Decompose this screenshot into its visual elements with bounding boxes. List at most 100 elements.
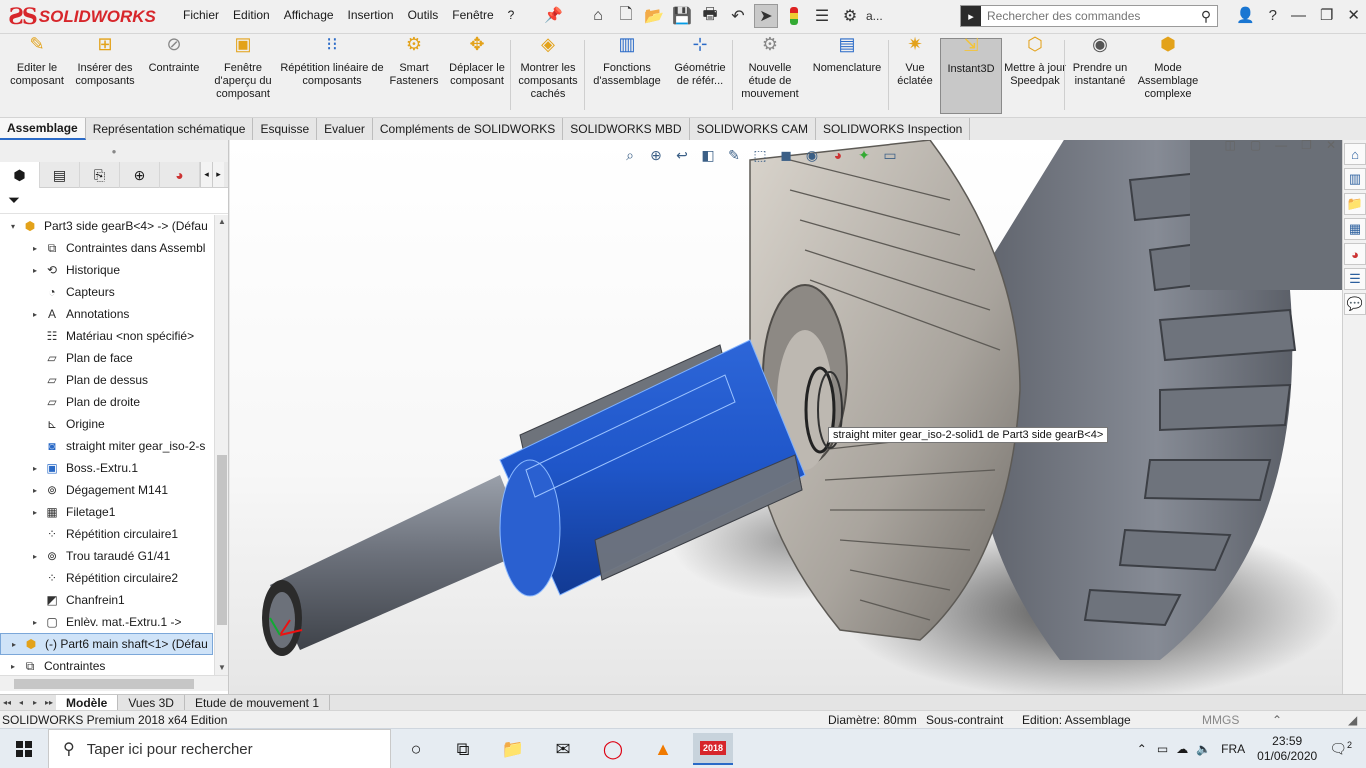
view-settings-icon[interactable]: ▭ <box>880 145 900 165</box>
resize-grip-icon[interactable]: ◢ <box>1348 713 1357 727</box>
tree-horizontal-scrollbar[interactable] <box>0 675 228 691</box>
expand-arrow-icon[interactable]: ▸ <box>30 244 40 253</box>
ribbon-button-5[interactable]: ⚙ Smart Fasteners <box>388 35 440 114</box>
ribbon-button-16[interactable]: ⬢ Mode Assemblage complexe <box>1134 35 1202 114</box>
menu-affichage[interactable]: Affichage <box>277 8 341 22</box>
scroll-down-icon[interactable]: ▼ <box>215 661 229 675</box>
menu-fichier[interactable]: Fichier <box>176 8 226 22</box>
volume-icon[interactable]: 🔈 <box>1196 742 1211 756</box>
tab-cam[interactable]: SOLIDWORKS CAM <box>689 118 816 140</box>
units-dropdown-icon[interactable]: ⌃ <box>1272 713 1282 727</box>
menu-outils[interactable]: Outils <box>401 8 446 22</box>
search-icon[interactable]: ⚲ <box>1195 8 1217 25</box>
zoom-to-fit-icon[interactable]: ⌕ <box>620 145 640 165</box>
ribbon-button-3[interactable]: ▣ Fenêtre d'aperçu du composant <box>212 35 274 114</box>
tree-item[interactable]: ▸ ⟲ Historique <box>0 259 213 281</box>
last-tab-icon[interactable]: ▸▸ <box>42 698 56 707</box>
tab-mbd[interactable]: SOLIDWORKS MBD <box>563 118 690 140</box>
appearances-icon[interactable]: ◕ <box>1344 243 1366 265</box>
tab-vues-3d[interactable]: Vues 3D <box>118 694 185 711</box>
expand-arrow-icon[interactable]: ▸ <box>30 310 40 319</box>
tree-item[interactable]: ▸ A Annotations <box>0 303 213 325</box>
tree-item[interactable]: ▸ ⧉ Contraintes <box>0 655 213 675</box>
opera-icon[interactable]: ◯ <box>593 733 633 765</box>
user-icon[interactable]: 👤 <box>1236 6 1255 24</box>
expand-arrow-icon[interactable]: ▸ <box>30 266 40 275</box>
ribbon-button-10[interactable]: ⚙ Nouvelle étude de mouvement <box>736 35 804 114</box>
ribbon-button-11[interactable]: ▤ Nomenclature <box>808 35 886 114</box>
scroll-up-icon[interactable]: ▲ <box>215 215 229 229</box>
taskbar-search[interactable]: ⚲ Taper ici pour rechercher <box>48 729 391 768</box>
design-library-icon[interactable]: ▥ <box>1344 168 1366 190</box>
print-icon[interactable]: 🖶 <box>698 4 722 28</box>
shaft-body[interactable] <box>270 475 530 650</box>
dimxpert-tab-icon[interactable]: ⊕ <box>120 162 160 188</box>
edit-appearance-icon[interactable]: ◕ <box>828 145 848 165</box>
viewport-restore-icon[interactable]: ❐ <box>1301 140 1312 152</box>
tab-inspection[interactable]: SOLIDWORKS Inspection <box>815 118 971 140</box>
assembly-model[interactable] <box>230 140 1342 694</box>
tree-item[interactable]: ▱ Plan de face <box>0 347 213 369</box>
viewport-close-icon[interactable]: ✕ <box>1326 140 1336 152</box>
viewport-expand-icon[interactable]: ▢ <box>1250 140 1261 152</box>
menu-edition[interactable]: Edition <box>226 8 277 22</box>
ribbon-button-13[interactable]: ⇲ Instant3D <box>940 36 1002 114</box>
tree-item[interactable]: ▸ ▣ Boss.-Extru.1 <box>0 457 213 479</box>
zoom-to-area-icon[interactable]: ⊕ <box>646 145 666 165</box>
ribbon-button-1[interactable]: ⊞ Insérer des composants <box>72 35 138 114</box>
tree-item[interactable]: ▸ ▦ Filetage1 <box>0 501 213 523</box>
tab-representation-schematique[interactable]: Représentation schématique <box>85 118 254 140</box>
next-tab-icon[interactable]: ▸ <box>28 698 42 707</box>
minimize-icon[interactable]: — <box>1291 7 1306 24</box>
ribbon-button-0[interactable]: ✎ Editer le composant <box>4 35 70 114</box>
tree-item[interactable]: ▱ Plan de dessus <box>0 369 213 391</box>
command-search[interactable]: ▸ ⚲ <box>960 5 1218 27</box>
start-button[interactable] <box>0 729 48 768</box>
hscroll-thumb[interactable] <box>14 679 194 689</box>
solidworks-logo[interactable]: ƧS SOLIDWORKS <box>8 4 156 30</box>
ribbon-button-8[interactable]: ▥ Fonctions d'assemblage <box>588 35 666 114</box>
search-scope-icon[interactable]: ▸ <box>961 6 981 26</box>
expand-arrow-icon[interactable]: ▸ <box>9 640 19 649</box>
viewport-collapse-icon[interactable]: ◫ <box>1224 140 1235 152</box>
ribbon-button-14[interactable]: ⬡ Mettre à jour Speedpak <box>1004 35 1066 114</box>
section-view-icon[interactable]: ◧ <box>698 145 718 165</box>
open-folder-icon[interactable]: 📂 <box>642 4 666 28</box>
language-indicator[interactable]: FRA <box>1221 742 1245 756</box>
rebuild-traffic-light-icon[interactable] <box>782 4 806 28</box>
custom-properties-icon[interactable]: ☰ <box>1344 268 1366 290</box>
tab-esquisse[interactable]: Esquisse <box>253 118 318 140</box>
ribbon-button-7[interactable]: ◈ Montrer les composants cachés <box>514 35 582 114</box>
configurationmanager-tab-icon[interactable]: ⎘ <box>80 162 120 188</box>
restore-icon[interactable]: ❐ <box>1320 6 1333 24</box>
tab-evaluer[interactable]: Evaluer <box>317 118 373 140</box>
menu-help[interactable]: ? <box>501 8 522 22</box>
tree-item[interactable]: ◔ Capteurs <box>0 281 213 303</box>
solidworks-resources-icon[interactable]: ⌂ <box>1344 143 1366 165</box>
network-icon[interactable]: ▭ <box>1157 742 1168 756</box>
pin-icon[interactable]: 📌 <box>544 6 563 24</box>
expand-arrow-icon[interactable]: ▾ <box>8 222 18 231</box>
tree-item[interactable]: ◩ Chanfrein1 <box>0 589 213 611</box>
tree-item[interactable]: ▸ ⊚ Trou taraudé G1/41 <box>0 545 213 567</box>
tree-item[interactable]: ▱ Plan de droite <box>0 391 213 413</box>
options-gear-icon[interactable]: ⚙ <box>838 4 862 28</box>
ribbon-button-4[interactable]: ⁝⁝ Répétition linéaire de composants <box>278 35 386 114</box>
tree-item[interactable]: ▾ ⬢ Part3 side gearB<4> -> (Défau <box>0 215 213 237</box>
expand-arrow-icon[interactable]: ▸ <box>30 464 40 473</box>
ribbon-button-15[interactable]: ◉ Prendre un instantané <box>1068 35 1132 114</box>
scroll-thumb[interactable] <box>217 455 227 625</box>
home-icon[interactable]: ⌂ <box>586 4 610 28</box>
help-icon[interactable]: ? <box>1269 7 1277 24</box>
ribbon-button-2[interactable]: ⊘ Contrainte <box>140 35 208 114</box>
expand-arrow-icon[interactable]: ▸ <box>8 662 18 671</box>
expand-arrow-icon[interactable]: ▸ <box>30 552 40 561</box>
tree-vertical-scrollbar[interactable]: ▲ ▼ <box>214 215 228 675</box>
first-tab-icon[interactable]: ◂◂ <box>0 698 14 707</box>
ribbon-button-6[interactable]: ✥ Déplacer le composant <box>444 35 510 114</box>
tab-etude-mouvement[interactable]: Etude de mouvement 1 <box>185 694 331 711</box>
tray-overflow-icon[interactable]: ⌃ <box>1137 742 1147 756</box>
expand-arrow-icon[interactable]: ▸ <box>30 486 40 495</box>
solidworks-taskbar-icon[interactable]: 2018 <box>693 733 733 765</box>
display-manager-tab-icon[interactable]: ◕ <box>160 162 200 188</box>
